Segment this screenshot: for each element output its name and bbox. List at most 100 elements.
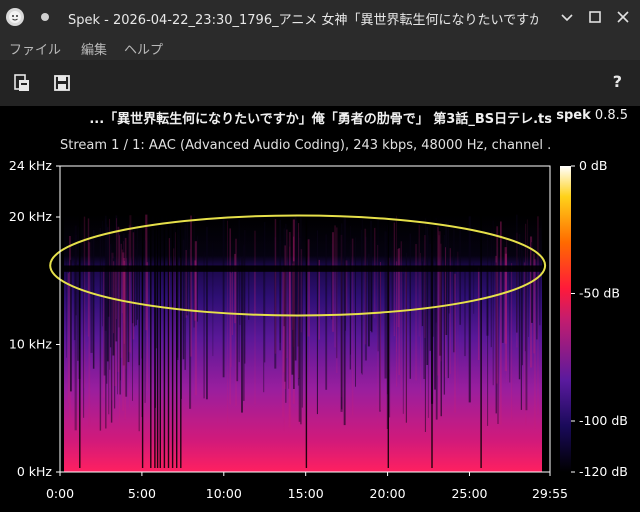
spectrogram-chart[interactable]: 0 kHz 10 kHz 20 kHz 24 kHz 0:00 5:00 10:00 15:0… xyxy=(0,160,640,512)
open-file-icon xyxy=(14,74,29,91)
y-tick-label: 0 kHz xyxy=(17,464,53,479)
spectrum-streak xyxy=(175,232,176,413)
maximize-button[interactable] xyxy=(586,8,604,26)
x-tick-label: 29:55 xyxy=(532,486,568,501)
spectrum-streak xyxy=(391,250,394,313)
colorbar-tick-label: -100 dB xyxy=(579,413,628,428)
stream-info: Stream 1 / 1: AAC (Advanced Audio Coding… xyxy=(60,138,550,153)
spectrum-streak xyxy=(125,269,128,397)
maximize-icon xyxy=(589,11,601,23)
sticky-dot-icon[interactable] xyxy=(41,13,49,21)
spectrum-streak xyxy=(241,258,243,413)
x-tick-label: 10:00 xyxy=(206,486,242,501)
spectrum-streak xyxy=(283,270,285,432)
menu-help[interactable]: ヘルプ xyxy=(124,39,163,58)
spectrum-streak xyxy=(516,214,518,333)
spectrum-streak xyxy=(511,263,513,421)
silence-gap xyxy=(171,214,174,468)
spectrum-streak xyxy=(128,225,131,353)
spectrum-streak xyxy=(102,221,103,327)
silence-gap xyxy=(431,214,433,468)
spectrum-streak xyxy=(350,226,351,355)
spectrum-streak xyxy=(384,231,387,379)
spectrum-streak xyxy=(132,224,134,324)
spectrum-streak xyxy=(231,267,233,335)
spectrum-streak xyxy=(203,251,205,399)
spectrum-streak xyxy=(222,216,225,378)
spectrum-streak xyxy=(325,234,328,390)
spectrum-streak xyxy=(227,220,228,424)
spectrum-streak xyxy=(67,273,69,404)
spectrum-streak xyxy=(397,249,400,328)
spectrum-streak xyxy=(318,259,320,340)
spectrum-streak xyxy=(135,249,137,326)
spectrum-streak xyxy=(364,228,367,345)
spectrum-streak xyxy=(144,240,146,403)
silence-gap xyxy=(141,214,144,468)
spectrum-streak xyxy=(355,237,356,387)
spectrum-streak xyxy=(492,220,494,386)
spectrum-streak xyxy=(83,216,86,388)
y-tick-label: 24 kHz xyxy=(9,160,53,173)
close-button[interactable] xyxy=(614,8,632,26)
spectrum-streak xyxy=(286,229,288,359)
spectrum-streak xyxy=(343,216,346,426)
app-brand: spek 0.8.5 xyxy=(556,108,628,123)
spectrum-streak xyxy=(447,222,449,379)
spectrum-streak xyxy=(194,241,197,396)
title-bar[interactable]: Spek - 2026-04-22_23:30_1796_アニメ 女神「異世界転… xyxy=(0,0,640,34)
app-version: 0.8.5 xyxy=(594,108,628,123)
spectrum-streak xyxy=(528,225,529,337)
spectrum-streak xyxy=(459,225,461,325)
save-button[interactable] xyxy=(52,73,72,93)
spectrum-streak xyxy=(468,216,471,403)
spectrum-streak xyxy=(316,230,318,415)
spek-window: Spek - 2026-04-22_23:30_1796_アニメ 女神「異世界転… xyxy=(0,0,640,512)
spectrum-streak xyxy=(424,235,426,338)
spectrum-streak xyxy=(279,240,281,343)
spectrum-streak xyxy=(136,225,138,320)
spectrum-streak xyxy=(393,222,396,337)
spectrum-streak xyxy=(274,219,277,354)
silence-gap xyxy=(387,214,389,468)
spectrum-streak xyxy=(409,233,411,379)
minimize-button[interactable] xyxy=(558,8,576,26)
spectrum-streak xyxy=(534,259,536,429)
spectrum-streak xyxy=(402,273,404,414)
silence-gap xyxy=(480,214,482,468)
spectrum-streak xyxy=(239,264,241,325)
menu-file[interactable]: ファイル xyxy=(9,39,61,58)
spek-app-icon[interactable] xyxy=(6,8,24,26)
spectrum-streak xyxy=(420,252,421,394)
spectrum-streak xyxy=(66,243,67,358)
minimize-icon xyxy=(561,14,573,22)
menu-edit[interactable]: 編集 xyxy=(81,39,107,58)
spectrum-streak xyxy=(400,241,402,391)
close-icon xyxy=(617,11,629,23)
silence-gap xyxy=(156,214,159,468)
spectrum-streak xyxy=(109,218,110,389)
spectrum-streak xyxy=(370,220,372,331)
spectrum-streak xyxy=(415,244,418,381)
spectrum-streak xyxy=(418,224,420,337)
spectrum-streak xyxy=(119,235,120,425)
spectrum-streak xyxy=(380,262,381,410)
help-button[interactable]: ? xyxy=(613,72,622,91)
spectrum-streak xyxy=(105,218,107,429)
spectrum-streak xyxy=(437,226,439,376)
spectrum-streak xyxy=(487,235,489,426)
spectrum-streak xyxy=(509,272,511,383)
open-file-button[interactable] xyxy=(12,73,32,93)
app-name: spek xyxy=(556,108,591,123)
spectrum-streak xyxy=(537,216,539,415)
toolbar: ? xyxy=(0,60,640,106)
silence-gap xyxy=(176,214,178,468)
spectrum-streak xyxy=(123,260,125,344)
x-tick-label: 25:00 xyxy=(451,486,487,501)
spectrum-streak xyxy=(75,234,77,316)
frequency-notch xyxy=(64,265,542,272)
spectrum-streak xyxy=(438,235,440,429)
save-icon xyxy=(54,75,70,91)
silence-gap xyxy=(163,214,166,468)
spectrum-streak xyxy=(490,230,492,348)
